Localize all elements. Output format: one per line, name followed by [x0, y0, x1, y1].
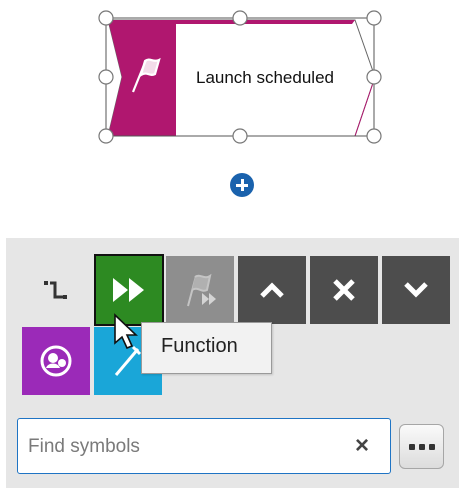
- event-label: Launch scheduled: [195, 68, 334, 87]
- org-unit-icon: [40, 345, 72, 377]
- move-up-button[interactable]: [238, 256, 306, 324]
- clear-search-icon[interactable]: ×: [355, 433, 369, 459]
- model-canvas[interactable]: Launch scheduled: [0, 0, 459, 230]
- ellipsis-icon: [408, 443, 415, 450]
- event-shape[interactable]: [0, 0, 459, 230]
- close-icon: [333, 279, 355, 301]
- move-down-button[interactable]: [382, 256, 450, 324]
- mouse-pointer-icon: [114, 313, 138, 350]
- fast-forward-icon: [113, 278, 144, 302]
- connector-tool-button[interactable]: [24, 256, 88, 324]
- function-tooltip: Function: [141, 322, 272, 374]
- more-options-button[interactable]: [399, 424, 444, 469]
- chevron-up-icon: [260, 282, 284, 298]
- chevron-down-icon: [404, 282, 428, 298]
- search-box: ×: [17, 418, 391, 474]
- search-input[interactable]: [26, 427, 330, 467]
- add-symbol-button[interactable]: [230, 173, 254, 197]
- event-function-button[interactable]: [166, 256, 234, 324]
- event-color-band: [108, 20, 176, 136]
- flag-forward-icon: [187, 273, 216, 307]
- connector-icon: [44, 281, 67, 299]
- organizational-unit-button[interactable]: [22, 327, 90, 395]
- delete-button[interactable]: [310, 256, 378, 324]
